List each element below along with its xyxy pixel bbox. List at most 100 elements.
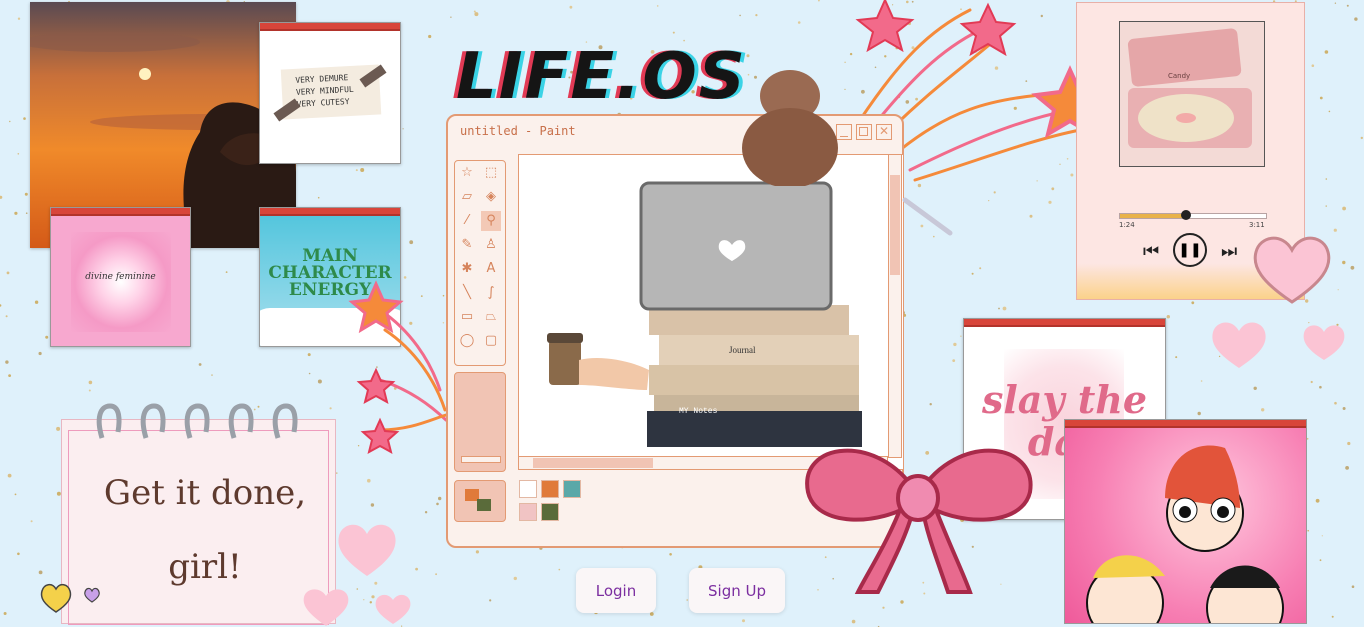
rectangle-icon[interactable]: ▭: [457, 307, 477, 327]
color-swatch-orange[interactable]: [541, 480, 559, 498]
sparkle-dot: [369, 601, 372, 604]
sparkle-dot: [1324, 50, 1329, 54]
sparkle-dot: [355, 169, 358, 172]
signup-button[interactable]: Sign Up: [689, 568, 785, 613]
sparkle-dot: [17, 17, 21, 20]
select-icon[interactable]: ⬚: [481, 163, 501, 183]
pencil-icon[interactable]: ✎: [457, 235, 477, 255]
heart-icon: [303, 589, 349, 626]
sparkle-dot: [1342, 407, 1346, 410]
close-button[interactable]: ✕: [876, 124, 892, 140]
color-swatch-pink[interactable]: [519, 503, 537, 521]
sparkle-dot: [17, 552, 20, 556]
color-swatch-olive[interactable]: [541, 503, 559, 521]
paint-toolbox: ☆ ⬚ ▱ ◈ ⁄ ⚲ ✎ ♙ ✱ A ╲ ∫ ▭ ⏢ ◯ ▢: [454, 160, 506, 366]
sparkle-dot: [450, 16, 452, 18]
sparkle-dot: [370, 503, 375, 507]
color-selector[interactable]: [454, 480, 506, 522]
vibe-sticker-note: VERY DEMURE VERY MINDFUL VERY CUTESY: [280, 64, 382, 120]
sparkle-dot: [0, 195, 3, 199]
bow-icon: [805, 448, 1033, 594]
sparkle-dot: [1360, 136, 1364, 140]
window-titlebar: [964, 319, 1165, 327]
paint-window-title: untitled - Paint: [460, 124, 576, 138]
sparkle-dot: [435, 573, 437, 576]
window-titlebar: [260, 23, 400, 31]
sparkle-dot: [8, 374, 12, 377]
sparkle-dot: [1315, 498, 1320, 503]
sparkle-dot: [1048, 200, 1052, 204]
color-swatch-teal[interactable]: [563, 480, 581, 498]
sparkle-dot: [952, 359, 956, 362]
heart-icon: [1212, 322, 1266, 368]
picker-icon[interactable]: ⁄: [457, 211, 477, 231]
paint-canvas[interactable]: Journal MY Notes: [518, 154, 904, 470]
pause-icon[interactable]: ❚❚: [1173, 233, 1207, 267]
sparkle-dot: [211, 374, 213, 376]
sparkle-dot: [558, 568, 561, 571]
sparkle-dot: [953, 342, 957, 347]
sparkle-dot: [38, 570, 43, 575]
sparkle-dot: [474, 12, 479, 17]
sparkle-dot: [1334, 2, 1337, 4]
sparkle-dot: [1331, 615, 1334, 618]
next-icon[interactable]: ⏭: [1221, 241, 1237, 262]
girl-laptop-illustration: Journal MY Notes: [547, 181, 862, 447]
magnifier-icon[interactable]: ⚲: [481, 211, 501, 231]
sparkle-dot: [755, 14, 758, 17]
heart-icon: [1253, 236, 1331, 304]
sparkle-dot: [30, 520, 33, 523]
color-swatch-white[interactable]: [519, 480, 537, 498]
login-button[interactable]: Login: [576, 568, 656, 613]
journal-book: [659, 335, 859, 365]
sparkle-dot: [1328, 110, 1331, 113]
sparkle-dot: [569, 5, 573, 9]
sparkle-dot: [1175, 356, 1178, 359]
ellipse-icon[interactable]: ◯: [457, 331, 477, 351]
sparkle-dot: [1351, 585, 1355, 588]
pen-illustration: [902, 197, 953, 236]
curve-icon[interactable]: ∫: [481, 283, 501, 303]
spray-icon[interactable]: ✱: [457, 259, 477, 279]
sparkle-dot: [317, 379, 322, 384]
sparkle-dot: [23, 117, 26, 120]
sparkle-dot: [45, 335, 49, 339]
eraser-icon[interactable]: ▱: [457, 187, 477, 207]
sparkle-dot: [960, 335, 962, 337]
sparkle-dot: [739, 14, 741, 17]
coffee-cup: [549, 340, 581, 385]
sparkle-dot: [1342, 206, 1346, 211]
glow-heart-image: [71, 232, 171, 332]
powerpuff-characters-image: [1086, 445, 1284, 623]
sparkle-dot: [1345, 466, 1349, 470]
star-icon: [360, 417, 400, 454]
progress-knob[interactable]: [1180, 210, 1191, 220]
sparkle-dot: [979, 267, 982, 270]
powerpuff-card: [1064, 419, 1307, 624]
page-title: LIFE.OS: [456, 40, 747, 114]
sparkle-dot: [307, 353, 311, 357]
heart-icon: [375, 594, 411, 624]
progress-track[interactable]: [1119, 210, 1267, 220]
heart-icon: [338, 524, 396, 576]
prev-icon[interactable]: ⏮: [1143, 241, 1159, 262]
text-icon[interactable]: A: [481, 259, 501, 279]
notepad-line-1: Get it done,: [103, 473, 307, 513]
polygon-icon[interactable]: ⏢: [481, 307, 501, 327]
sparkle-dot: [1350, 265, 1355, 270]
star-icon: [348, 280, 404, 334]
sparkle-dot: [336, 472, 338, 474]
brush-icon[interactable]: ♙: [481, 235, 501, 255]
line-icon[interactable]: ╲: [457, 283, 477, 303]
sparkle-dot: [329, 407, 332, 410]
sparkle-dot: [900, 600, 904, 604]
fill-icon[interactable]: ◈: [481, 187, 501, 207]
sparkle-dot: [1311, 64, 1315, 67]
rounded-rect-icon[interactable]: ▢: [481, 331, 501, 351]
star-select-icon[interactable]: ☆: [457, 163, 477, 183]
sparkle-dot: [473, 10, 476, 13]
sparkle-dot: [1347, 441, 1351, 446]
sparkle-dot: [56, 426, 61, 431]
sparkle-dot: [1325, 178, 1328, 180]
sparkle-dot: [24, 192, 28, 196]
